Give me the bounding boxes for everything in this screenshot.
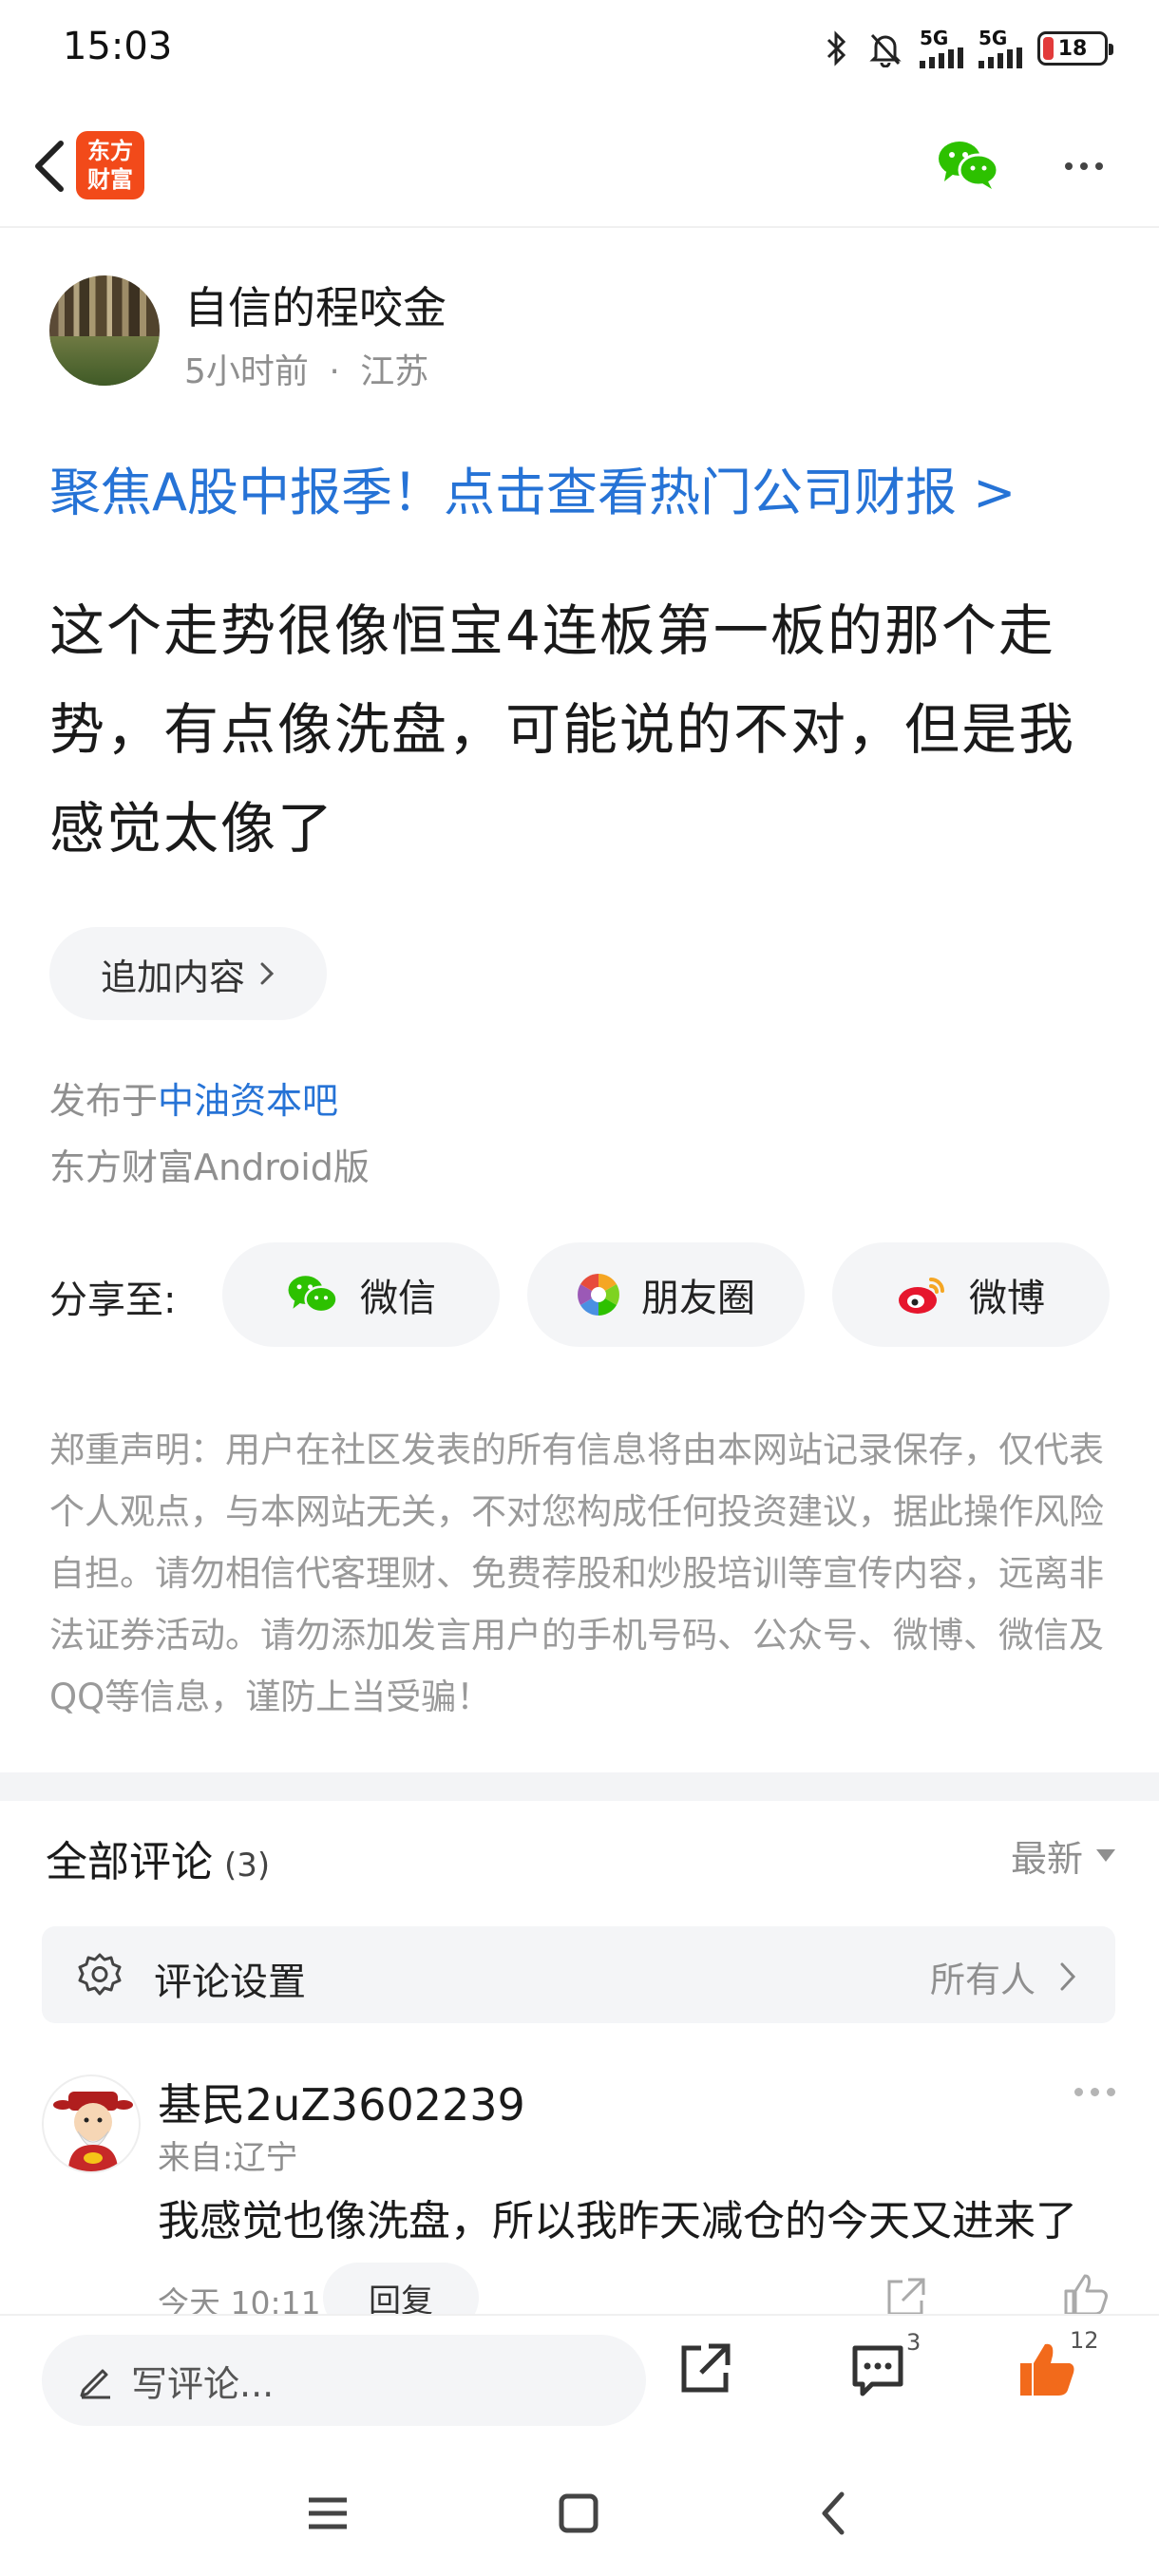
post-time: 5小时前 (184, 352, 309, 391)
pencil-icon (80, 2369, 110, 2399)
bluetooth-icon (826, 30, 846, 66)
share-moments-label: 朋友圈 (641, 1277, 755, 1320)
chevron-left-icon (822, 2491, 845, 2535)
signal-1: 5G (920, 28, 963, 68)
nav-home-button[interactable] (545, 2485, 612, 2542)
comment-count-badge: 3 (906, 2329, 922, 2356)
dot (1065, 162, 1073, 170)
share-wechat-button[interactable]: 微信 (222, 1242, 500, 1347)
fortune-god-avatar-icon (53, 2092, 133, 2171)
signal-icon (920, 47, 963, 68)
menu-icon (309, 2497, 347, 2529)
thumbs-up-icon[interactable] (1016, 2340, 1077, 2397)
forward-icon[interactable] (676, 2340, 733, 2397)
status-bar: 15:03 5G 5G 18 (0, 0, 1159, 95)
post-meta: 5小时前 · 江苏 (184, 344, 428, 393)
signal-2: 5G (978, 28, 1022, 68)
comment-settings-value: 所有人 (930, 1960, 1036, 2000)
sort-label: 最新 (1010, 1838, 1083, 1880)
input-placeholder: 写评论... (131, 2362, 275, 2405)
battery-icon: 18 (1037, 31, 1113, 66)
like-count-badge: 12 (1070, 2327, 1099, 2354)
append-content-button[interactable]: 追加内容 (49, 927, 327, 1020)
dot (1107, 2088, 1115, 2096)
dot (1091, 2088, 1099, 2096)
network-label: 5G (920, 27, 949, 49)
comment-more-button[interactable] (1074, 2088, 1115, 2096)
append-label: 追加内容 (100, 956, 245, 998)
wechat-share-button[interactable] (935, 131, 1001, 198)
chevron-left-icon (35, 141, 64, 192)
author-name[interactable]: 自信的程咬金 (184, 274, 446, 336)
share-moments-button[interactable]: 朋友圈 (527, 1242, 805, 1347)
dot (1074, 2088, 1083, 2096)
logo-line-1: 东方 (87, 138, 133, 164)
published-in: 发布于中油资本吧 (49, 1071, 338, 1124)
wechat-icon (288, 1276, 338, 1314)
promo-link[interactable]: 聚焦A股中报季！点击查看热门公司财报 > (49, 450, 1016, 525)
comments-heading: 全部评论 (3) (46, 1828, 270, 1888)
caret-down-icon (1096, 1849, 1115, 1862)
write-comment-input[interactable]: 写评论... (42, 2335, 646, 2426)
chevron-right-icon (1060, 1962, 1076, 1991)
post-location: 江苏 (360, 352, 429, 391)
section-divider (0, 1772, 1159, 1801)
bottom-action-bar: 写评论... 3 12 (0, 2314, 1159, 2447)
app-logo[interactable]: 东方 财富 (76, 131, 144, 199)
signal-icon (978, 47, 1022, 68)
moments-icon (578, 1274, 619, 1316)
mute-bell-icon (869, 33, 902, 67)
comments-count: (3) (224, 1847, 271, 1885)
more-options-button[interactable] (1051, 133, 1117, 199)
disclaimer: 郑重声明：用户在社区发表的所有信息将由本网站记录保存，仅代表个人观点，与本网站无… (49, 1430, 1104, 1717)
share-label: 分享至: (49, 1279, 177, 1322)
comment-text: 我感觉也像洗盘，所以我昨天减仓的今天又进来了 (158, 2197, 1077, 2245)
weibo-icon (899, 1278, 944, 1314)
app-header: 东方 财富 (0, 104, 1159, 228)
battery-level: 18 (1057, 36, 1088, 61)
meta-separator: · (329, 352, 340, 391)
comment-settings-label: 评论设置 (154, 1960, 306, 2004)
post-body: 这个走势很像恒宝4连板第一板的那个走势，有点像洗盘，可能说的不对，但是我感觉太像… (49, 598, 1076, 861)
wechat-icon (939, 142, 999, 189)
logo-line-2: 财富 (87, 166, 133, 193)
sort-dropdown[interactable]: 最新 (1011, 1829, 1115, 1882)
comment-settings-row[interactable]: 评论设置 所有人 (42, 1926, 1115, 2023)
share-wechat-label: 微信 (360, 1277, 436, 1320)
system-nav-bar (0, 2447, 1159, 2576)
commenter-location: 来自:辽宁 (158, 2139, 298, 2177)
dot (1080, 162, 1088, 170)
comment-settings-value-group: 所有人 (930, 1951, 1077, 2002)
share-weibo-label: 微博 (969, 1277, 1045, 1320)
home-square-icon (559, 2493, 598, 2533)
commenter-name[interactable]: 基民2uZ3602239 (158, 2071, 525, 2133)
published-prefix: 发布于 (49, 1080, 159, 1122)
author-avatar[interactable] (49, 275, 160, 386)
gear-icon (78, 1953, 122, 1996)
nav-menu-button[interactable] (294, 2485, 361, 2542)
network-label: 5G (978, 27, 1008, 49)
comment-icon[interactable] (849, 2340, 906, 2397)
commenter-avatar[interactable] (42, 2074, 141, 2173)
avatar-ground (49, 335, 160, 386)
status-time: 15:03 (63, 25, 173, 68)
comments-title: 全部评论 (46, 1838, 213, 1886)
nav-back-button[interactable] (800, 2485, 866, 2542)
like-icon[interactable] (1062, 2272, 1110, 2316)
dot (1095, 162, 1103, 170)
share-weibo-button[interactable]: 微博 (832, 1242, 1110, 1347)
client-info: 东方财富Android版 (49, 1146, 370, 1188)
chevron-right-icon (260, 962, 275, 985)
bar-link[interactable]: 中油资本吧 (158, 1080, 338, 1122)
back-button[interactable] (21, 133, 78, 199)
status-icons: 5G 5G 18 (823, 25, 1113, 72)
